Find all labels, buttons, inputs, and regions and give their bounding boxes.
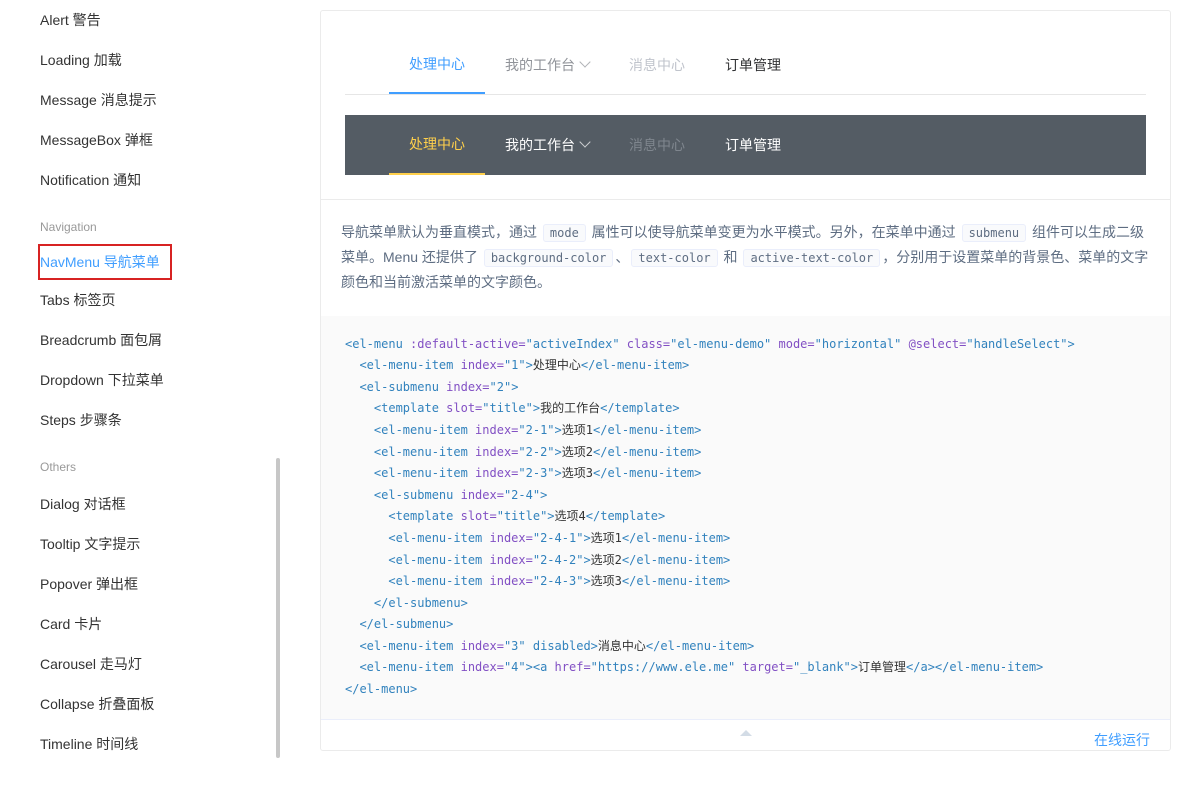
sidebar-item-dialog[interactable]: Dialog 对话框 (40, 484, 280, 524)
sidebar-item-navmenu[interactable]: NavMenu 导航菜单 (40, 252, 160, 272)
sidebar-item-card[interactable]: Card 卡片 (40, 604, 280, 644)
demo-menu-dark: 处理中心 我的工作台 消息中心 订单管理 (345, 115, 1146, 175)
menu-dark-item-process[interactable]: 处理中心 (389, 115, 485, 175)
code-bgcolor: background-color (484, 249, 614, 267)
sidebar-item-message[interactable]: Message 消息提示 (40, 80, 280, 120)
code-sample: <el-menu :default-active="activeIndex" c… (321, 316, 1170, 719)
sidebar-item-tabs[interactable]: Tabs 标签页 (40, 280, 280, 320)
desc-text: 属性可以使导航菜单变更为水平模式。另外，在菜单中通过 (588, 224, 960, 240)
caret-up-icon[interactable] (740, 730, 752, 736)
menu-dark-item-orders[interactable]: 订单管理 (705, 115, 801, 175)
demo-block: 处理中心 我的工作台 消息中心 订单管理 处理中心 我的工作台 消息中心 订单管… (320, 10, 1171, 751)
desc-text: 导航菜单默认为垂直模式，通过 (341, 224, 541, 240)
sidebar-item-alert[interactable]: Alert 警告 (40, 0, 280, 40)
desc-text: 、 (615, 249, 629, 265)
sidebar-group-navigation: Navigation (40, 220, 280, 234)
sidebar-group-others: Others (40, 460, 280, 474)
code-activecolor: active-text-color (743, 249, 880, 267)
sidebar-item-breadcrumb[interactable]: Breadcrumb 面包屑 (40, 320, 280, 360)
description: 导航菜单默认为垂直模式，通过 mode 属性可以使导航菜单变更为水平模式。另外，… (321, 199, 1170, 316)
demo-footer: 在线运行 (321, 719, 1170, 750)
menu-light-item-workspace-label: 我的工作台 (505, 55, 575, 75)
sidebar-item-loading[interactable]: Loading 加载 (40, 40, 280, 80)
main-content: 处理中心 我的工作台 消息中心 订单管理 处理中心 我的工作台 消息中心 订单管… (280, 0, 1201, 788)
menu-dark-item-workspace-label: 我的工作台 (505, 135, 575, 155)
code-textcolor: text-color (631, 249, 717, 267)
sidebar-item-timeline[interactable]: Timeline 时间线 (40, 724, 280, 764)
code-submenu: submenu (962, 224, 1027, 242)
sidebar-item-notification[interactable]: Notification 通知 (40, 160, 280, 200)
menu-light-item-process[interactable]: 处理中心 (389, 35, 485, 94)
sidebar-item-messagebox[interactable]: MessageBox 弹框 (40, 120, 280, 160)
run-online-link[interactable]: 在线运行 (1094, 732, 1150, 748)
code-mode: mode (543, 224, 586, 242)
sidebar-item-dropdown[interactable]: Dropdown 下拉菜单 (40, 360, 280, 400)
menu-light-item-orders[interactable]: 订单管理 (705, 35, 801, 94)
sidebar-item-tooltip[interactable]: Tooltip 文字提示 (40, 524, 280, 564)
chevron-down-icon (579, 136, 590, 147)
menu-light-item-msgcenter: 消息中心 (609, 35, 705, 94)
demo-menu-light: 处理中心 我的工作台 消息中心 订单管理 (345, 35, 1146, 95)
menu-dark-item-workspace[interactable]: 我的工作台 (485, 115, 609, 175)
sidebar-item-carousel[interactable]: Carousel 走马灯 (40, 644, 280, 684)
chevron-down-icon (579, 56, 590, 67)
menu-light-item-workspace[interactable]: 我的工作台 (485, 35, 609, 94)
sidebar-item-steps[interactable]: Steps 步骤条 (40, 400, 280, 440)
sidebar-item-popover[interactable]: Popover 弹出框 (40, 564, 280, 604)
sidebar-item-collapse[interactable]: Collapse 折叠面板 (40, 684, 280, 724)
sidebar: Alert 警告 Loading 加载 Message 消息提示 Message… (0, 0, 280, 788)
desc-text: 和 (720, 249, 742, 265)
menu-dark-item-msgcenter: 消息中心 (609, 115, 705, 175)
